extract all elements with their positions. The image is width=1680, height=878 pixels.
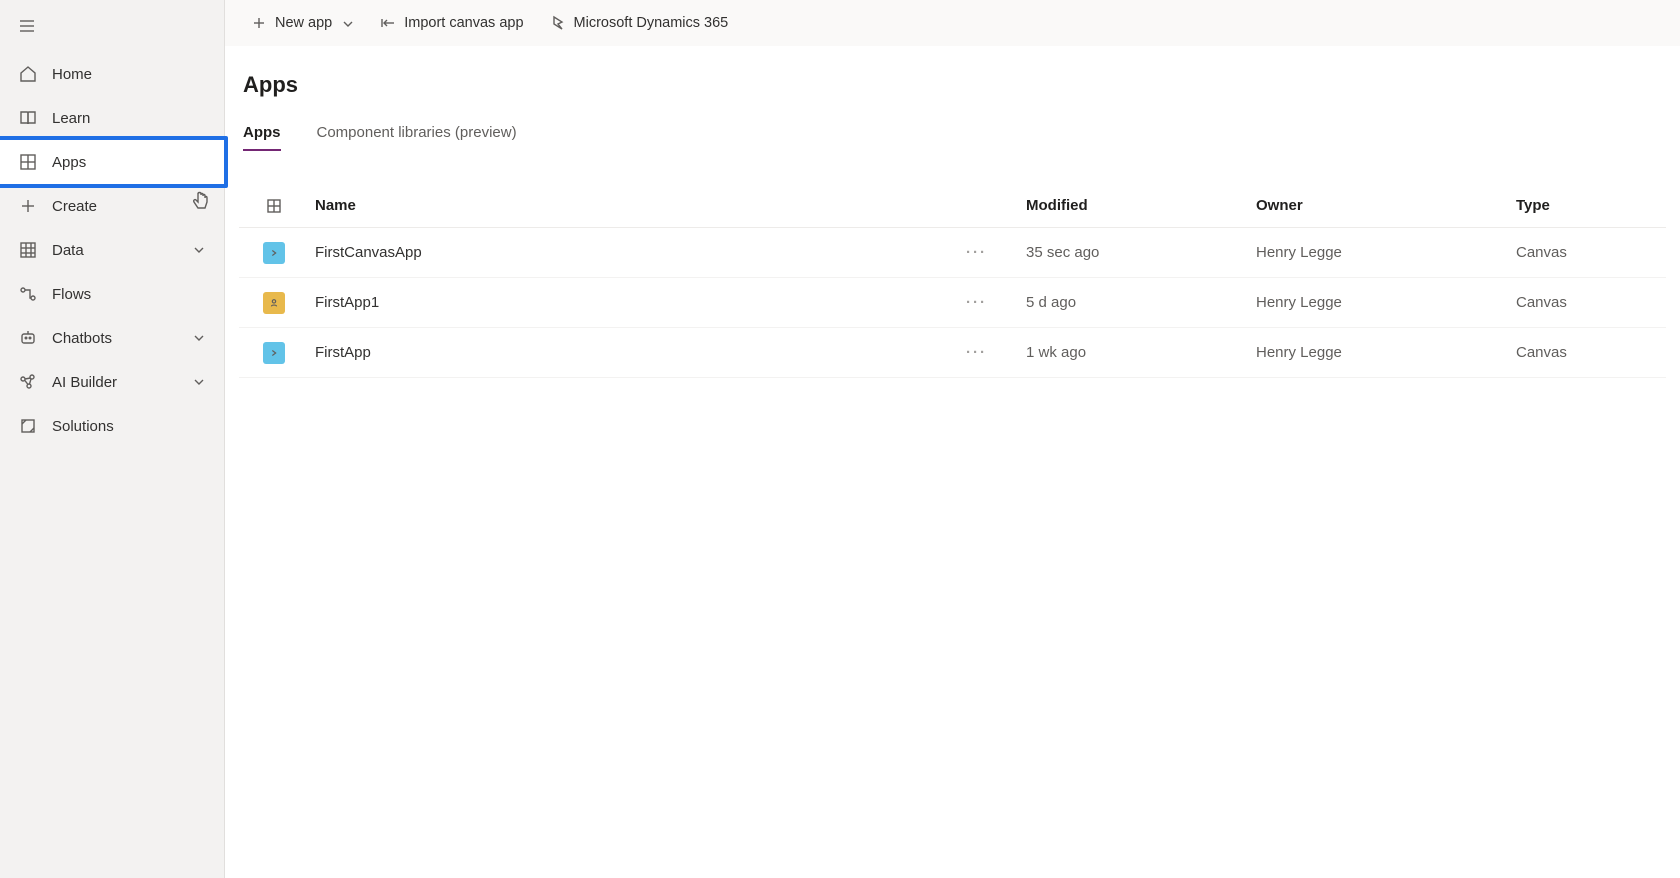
- app-type: Canvas: [1516, 244, 1666, 261]
- main: New app Import canvas app Microsoft Dyna…: [225, 0, 1680, 878]
- app-type: Canvas: [1516, 294, 1666, 311]
- sidebar: Home Learn Apps Create Data Flows Chatbo…: [0, 0, 225, 878]
- nav: Home Learn Apps Create Data Flows Chatbo…: [0, 52, 224, 448]
- plus-icon: [18, 196, 38, 216]
- sidebar-item-label: Chatbots: [52, 330, 192, 347]
- home-icon: [18, 64, 38, 84]
- sidebar-item-label: Create: [52, 198, 206, 215]
- canvas-app-icon: [263, 292, 285, 314]
- sidebar-item-learn[interactable]: Learn: [0, 96, 224, 140]
- app-name: FirstApp: [309, 344, 966, 361]
- sidebar-item-label: Learn: [52, 110, 206, 127]
- import-canvas-app-button[interactable]: Import canvas app: [370, 7, 533, 39]
- app-owner: Henry Legge: [1256, 294, 1516, 311]
- sidebar-item-label: Flows: [52, 286, 206, 303]
- tab-label: Apps: [243, 124, 281, 141]
- bot-icon: [18, 328, 38, 348]
- column-header-name[interactable]: Name: [309, 197, 966, 214]
- flow-icon: [18, 284, 38, 304]
- tab-component-libraries[interactable]: Component libraries (preview): [317, 124, 517, 151]
- chevron-down-icon: [192, 243, 206, 257]
- app-name: FirstApp1: [309, 294, 966, 311]
- apps-table: Name Modified Owner Type FirstCanvasApp …: [225, 184, 1680, 378]
- book-icon: [18, 108, 38, 128]
- canvas-app-icon: [263, 242, 285, 264]
- tabs: Apps Component libraries (preview): [225, 124, 1680, 152]
- import-icon: [380, 15, 396, 31]
- chevron-down-icon: [342, 17, 354, 29]
- column-header-icon: [239, 198, 309, 214]
- command-bar: New app Import canvas app Microsoft Dyna…: [225, 0, 1680, 46]
- plus-icon: [251, 15, 267, 31]
- app-owner: Henry Legge: [1256, 344, 1516, 361]
- tab-label: Component libraries (preview): [317, 124, 517, 141]
- sidebar-item-ai-builder[interactable]: AI Builder: [0, 360, 224, 404]
- canvas-app-icon: [263, 342, 285, 364]
- sidebar-item-home[interactable]: Home: [0, 52, 224, 96]
- cmd-label: Microsoft Dynamics 365: [574, 15, 729, 31]
- new-app-button[interactable]: New app: [241, 7, 364, 39]
- hamburger-icon: [18, 17, 36, 35]
- cmd-label: New app: [275, 15, 332, 31]
- column-header-modified[interactable]: Modified: [1026, 197, 1256, 214]
- apps-icon: [18, 152, 38, 172]
- row-actions-button[interactable]: ···: [966, 244, 987, 261]
- dynamics-365-button[interactable]: Microsoft Dynamics 365: [540, 7, 739, 39]
- content-area: Apps Apps Component libraries (preview) …: [225, 46, 1680, 878]
- table-row[interactable]: FirstCanvasApp ··· 35 sec ago Henry Legg…: [239, 228, 1666, 278]
- dynamics-icon: [550, 15, 566, 31]
- sidebar-item-label: AI Builder: [52, 374, 192, 391]
- sidebar-item-label: Solutions: [52, 418, 206, 435]
- table-row[interactable]: FirstApp ··· 1 wk ago Henry Legge Canvas: [239, 328, 1666, 378]
- table-row[interactable]: FirstApp1 ··· 5 d ago Henry Legge Canvas: [239, 278, 1666, 328]
- sidebar-item-solutions[interactable]: Solutions: [0, 404, 224, 448]
- tab-apps[interactable]: Apps: [243, 124, 281, 151]
- hamburger-menu-button[interactable]: [0, 6, 48, 46]
- chevron-down-icon: [192, 331, 206, 345]
- ai-icon: [18, 372, 38, 392]
- solutions-icon: [18, 416, 38, 436]
- sidebar-item-create[interactable]: Create: [0, 184, 224, 228]
- sidebar-item-label: Data: [52, 242, 192, 259]
- sidebar-item-apps[interactable]: Apps: [0, 140, 224, 184]
- page-title: Apps: [225, 72, 1680, 98]
- app-modified: 35 sec ago: [1026, 244, 1256, 261]
- sidebar-item-label: Apps: [52, 154, 206, 171]
- row-actions-button[interactable]: ···: [966, 294, 987, 311]
- column-header-owner[interactable]: Owner: [1256, 197, 1516, 214]
- sidebar-item-label: Home: [52, 66, 206, 83]
- sidebar-item-chatbots[interactable]: Chatbots: [0, 316, 224, 360]
- sidebar-item-data[interactable]: Data: [0, 228, 224, 272]
- chevron-down-icon: [192, 375, 206, 389]
- column-header-type[interactable]: Type: [1516, 197, 1666, 214]
- grid-icon: [18, 240, 38, 260]
- app-type: Canvas: [1516, 344, 1666, 361]
- app-modified: 1 wk ago: [1026, 344, 1256, 361]
- table-header: Name Modified Owner Type: [239, 184, 1666, 228]
- app-owner: Henry Legge: [1256, 244, 1516, 261]
- cmd-label: Import canvas app: [404, 15, 523, 31]
- app-name: FirstCanvasApp: [309, 244, 966, 261]
- sidebar-item-flows[interactable]: Flows: [0, 272, 224, 316]
- app-modified: 5 d ago: [1026, 294, 1256, 311]
- row-actions-button[interactable]: ···: [966, 344, 987, 361]
